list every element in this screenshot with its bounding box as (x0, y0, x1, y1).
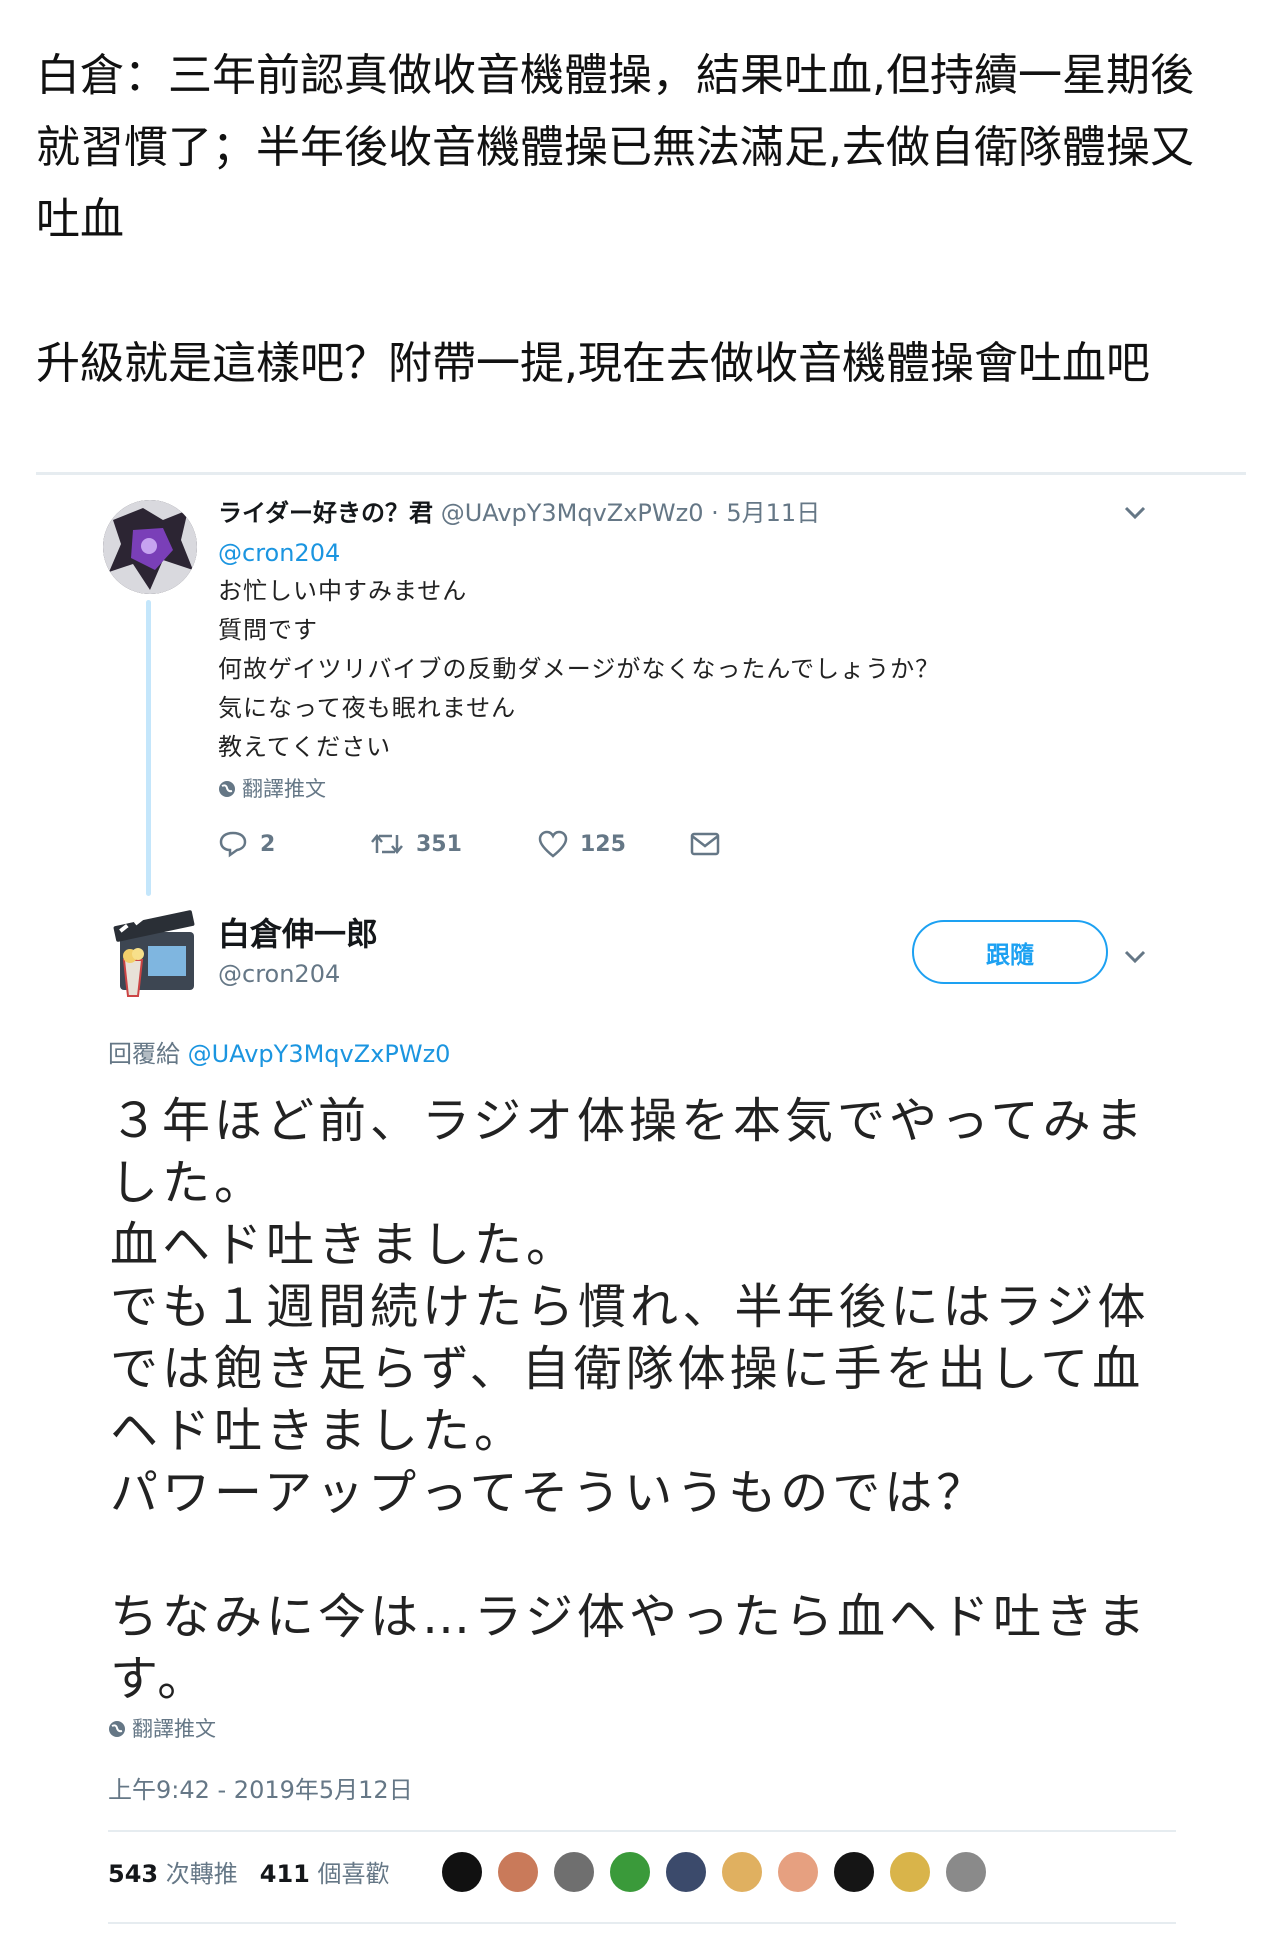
tweet-line: 気になって夜も眠れません (218, 694, 517, 722)
handle[interactable]: @cron204 (218, 956, 340, 992)
tweet-line: ちなみに今は…ラジ体やったら血ヘド吐きま (110, 1589, 1150, 1645)
tweet-line: 血ヘド吐きました。 (110, 1217, 579, 1273)
display-name[interactable]: ライダー好きの？君 (218, 499, 433, 527)
translate-tweet-link[interactable]: 翻譯推文 (218, 774, 326, 804)
mention-link[interactable]: @cron204 (218, 534, 340, 572)
translate-label: 翻譯推文 (132, 1717, 216, 1741)
reply-button[interactable]: 2 (218, 830, 370, 858)
caption-line: 升級就是這樣吧？附帶一提,現在去做收音機體操會吐血吧 (36, 338, 1150, 389)
reply-to-mention[interactable]: @UAvpY3MqvZxPWz0 (188, 1040, 451, 1068)
tweet-date[interactable]: · 5月11日 (711, 499, 820, 527)
liker-avatar[interactable] (664, 1850, 708, 1894)
main-tweet-text: ３年ほど前、ラジオ体操を本気でやってみま した。 血ヘド吐きました。 でも１週間… (110, 1090, 1170, 1710)
globe-icon (109, 1721, 125, 1737)
tweet-timestamp[interactable]: 上午9:42 - 2019年5月12日 (108, 1772, 413, 1808)
like-stat-label: 個喜歡 (317, 1860, 390, 1888)
avatar[interactable] (110, 903, 200, 1000)
liker-avatar[interactable] (608, 1850, 652, 1894)
like-stat[interactable]: 411 個喜歡 (260, 1856, 390, 1892)
reply-count: 2 (260, 831, 276, 857)
liker-avatar[interactable] (832, 1850, 876, 1894)
retweet-icon (371, 834, 403, 854)
tweet-line: では飽き足らず、自衛隊体操に手を出して血 (110, 1341, 1145, 1397)
tweet-line: した。 (110, 1155, 267, 1211)
follow-button[interactable]: 跟隨 (912, 920, 1108, 984)
translate-label: 翻譯推文 (242, 777, 326, 801)
liker-avatar[interactable] (888, 1850, 932, 1894)
tweet-line (110, 1524, 1170, 1586)
caption-line: 吐血 (36, 194, 124, 245)
chevron-down-icon[interactable] (1124, 950, 1146, 964)
like-total: 411 (259, 1860, 310, 1888)
retweet-stat-label: 次轉推 (165, 1860, 238, 1888)
liker-avatar[interactable] (720, 1850, 764, 1894)
tweet-line: ３年ほど前、ラジオ体操を本気でやってみま (110, 1093, 1147, 1149)
chevron-down-icon[interactable] (1124, 506, 1146, 520)
heart-icon (538, 830, 568, 858)
display-name[interactable]: 白倉伸一郎 (218, 912, 378, 956)
retweet-count: 351 (416, 831, 462, 857)
like-button[interactable]: 125 (538, 830, 690, 858)
direct-message-button[interactable] (690, 831, 720, 857)
tweet-line: 何故ゲイツリバイブの反動ダメージがなくなったんでしょうか？ (218, 655, 941, 683)
retweet-total: 543 (108, 1860, 159, 1888)
tweet-line: 質問です (218, 616, 318, 644)
divider (36, 472, 1246, 475)
divider (108, 1830, 1176, 1832)
translate-tweet-link[interactable]: 翻譯推文 (108, 1714, 216, 1744)
reply-to-line: 回覆給 @UAvpY3MqvZxPWz0 (108, 1036, 450, 1072)
caption-line: 白倉：三年前認真做收音機體操，結果吐血,但持續一星期後 (36, 50, 1194, 101)
tweet-actions: 2 351 125 (218, 830, 720, 858)
retweet-stat[interactable]: 543 次轉推 (108, 1856, 238, 1892)
engagement-stats: 543 次轉推 411 個喜歡 (108, 1856, 390, 1892)
reply-tweet-text: お忙しい中すみません 質問です 何故ゲイツリバイブの反動ダメージがなくなったんで… (218, 572, 940, 767)
liker-avatars (440, 1850, 1000, 1894)
reply-to-prefix: 回覆給 (108, 1040, 180, 1068)
reply-icon (219, 831, 247, 858)
liker-avatar[interactable] (496, 1850, 540, 1894)
tweet-line: でも１週間続けたら慣れ、半年後にはラジ体 (110, 1279, 1150, 1335)
envelope-icon (690, 832, 720, 856)
tweet-line: 教えてください (218, 733, 392, 761)
liker-avatar[interactable] (552, 1850, 596, 1894)
tweet-line: お忙しい中すみません (218, 577, 468, 605)
liker-avatar[interactable] (944, 1850, 988, 1894)
tweet-line: パワーアップってそういうものでは？ (110, 1465, 989, 1521)
avatar[interactable] (103, 500, 197, 594)
liker-avatar[interactable] (776, 1850, 820, 1894)
divider (108, 1922, 1176, 1924)
caption-text: 白倉：三年前認真做收音機體操，結果吐血,但持續一星期後 就習慣了；半年後收音機體… (36, 40, 1236, 400)
liker-avatar[interactable] (440, 1850, 484, 1894)
globe-icon (219, 781, 235, 797)
caption-line: 就習慣了；半年後收音機體操已無法滿足,去做自衛隊體操又 (36, 122, 1194, 173)
tweet-line: ヘド吐きました。 (110, 1403, 527, 1459)
handle[interactable]: @UAvpY3MqvZxPWz0 (441, 499, 704, 527)
reply-tweet-header: ライダー好きの？君 @UAvpY3MqvZxPWz0 · 5月11日 (218, 494, 820, 532)
tweet-line: す。 (110, 1651, 210, 1707)
like-count: 125 (580, 831, 626, 857)
retweet-button[interactable]: 351 (370, 831, 538, 857)
thread-line (146, 600, 151, 896)
